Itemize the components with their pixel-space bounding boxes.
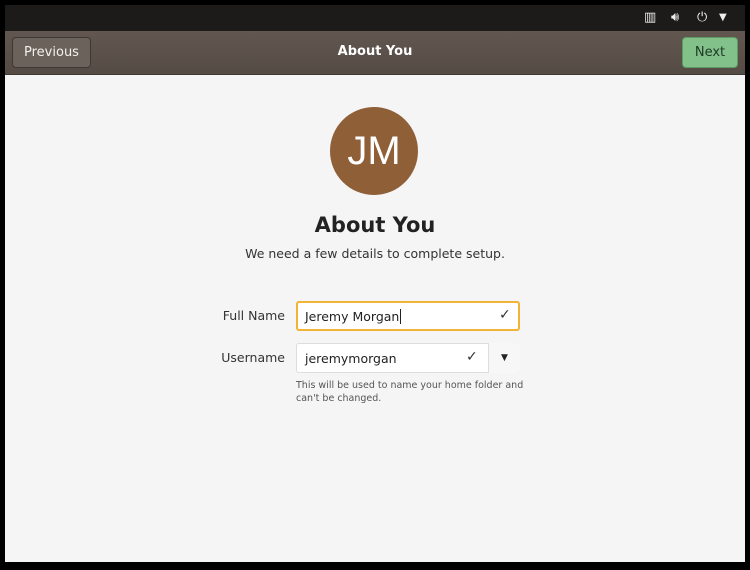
chevron-down-icon: ▼ [501,353,508,363]
content-area: JM About You We need a few details to co… [5,75,745,562]
username-input[interactable]: jeremymorgan [296,343,520,373]
username-check-icon: ✓ [466,349,478,365]
next-button[interactable]: Next [682,37,738,68]
username-value: jeremymorgan [305,351,397,366]
header-bar: Previous About You Next [5,31,745,75]
power-icon[interactable]: ⏻ [697,10,707,25]
network-icon[interactable]: ▥ [644,10,656,25]
heading: About You [314,213,436,237]
full-name-check-icon: ✓ [499,307,511,323]
full-name-input[interactable]: Jeremy Morgan [296,301,520,331]
full-name-value: Jeremy Morgan [305,309,400,324]
username-label: Username [221,350,285,365]
volume-icon[interactable]: 🔊︎ [671,10,679,25]
page-title: About You [337,44,413,59]
avatar[interactable]: JM [330,107,418,195]
top-panel: ▥ 🔊︎ ⏻ ▼ [5,5,745,31]
username-hint: This will be used to name your home fold… [296,380,524,404]
menu-arrow-icon[interactable]: ▼ [719,12,727,23]
username-dropdown-button[interactable]: ▼ [488,343,520,373]
subtitle: We need a few details to complete setup. [245,246,505,261]
full-name-label: Full Name [222,308,285,323]
